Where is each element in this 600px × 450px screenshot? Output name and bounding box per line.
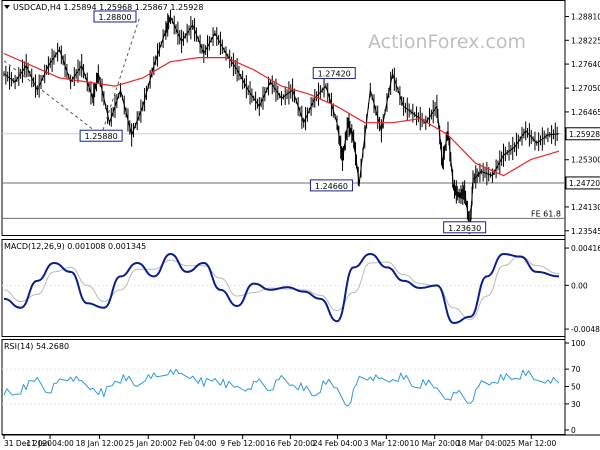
- watermark-text: ActionForex.com: [368, 31, 526, 53]
- x-tick-label: 11 Jan 04:00: [26, 439, 74, 448]
- price-annotation-label: 1.25880: [85, 132, 118, 141]
- price-axis-tag-label: 1.24720: [569, 179, 600, 188]
- rsi-title: RSI(14) 54.2680: [4, 342, 69, 351]
- x-tick-label: 16 Feb 20:00: [266, 439, 315, 448]
- macd-line: [3, 252, 560, 325]
- main-y-tick-label: 1.27050: [571, 84, 600, 93]
- x-tick-label: 2 Feb 04:00: [172, 439, 217, 448]
- dropdown-triangle-icon[interactable]: [4, 5, 10, 9]
- price-axis-tag-label: 1.25928: [569, 130, 600, 139]
- macd-y-tick-label: 0.00: [571, 281, 588, 290]
- main-y-tick-label: 1.26465: [571, 108, 600, 117]
- x-tick-label: 18 Jan 12:00: [76, 439, 124, 448]
- macd-y-tick-label: 0.00416: [571, 244, 600, 253]
- main-y-tick-label: 1.28225: [571, 36, 600, 45]
- main-y-tick-label: 1.25300: [571, 156, 600, 165]
- main-y-tick-label: 1.24130: [571, 203, 600, 212]
- x-tick-label: 9 Feb 12:00: [220, 439, 265, 448]
- rsi-y-tick-label: 30: [571, 400, 581, 409]
- price-annotation-label: 1.23630: [448, 224, 481, 233]
- rsi-line: [3, 368, 560, 407]
- x-tick-label: 3 Mar 12:00: [364, 439, 410, 448]
- main-y-tick-label: 1.28810: [571, 12, 600, 21]
- dashed-trend-line: [100, 16, 141, 136]
- price-annotation-label: 1.27420: [318, 70, 351, 79]
- panel-frame-rsi: [1, 339, 566, 435]
- x-tick-label: 25 Jan 20:00: [125, 439, 173, 448]
- macd-title: MACD(12,26,9) 0.001008 0.001345: [4, 242, 146, 251]
- main-chart-title: USDCAD,H4 1.25894 1.25968 1.25867 1.2592…: [13, 3, 203, 12]
- x-tick-label: 25 Mar 12:00: [506, 439, 556, 448]
- x-tick-label: 18 Mar 04:00: [457, 439, 507, 448]
- dashed-trend-line: [3, 60, 102, 137]
- price-annotation-label: 1.24660: [315, 182, 348, 191]
- main-y-tick-label: 1.23545: [571, 227, 600, 236]
- x-tick-label: 10 Mar 20:00: [410, 439, 460, 448]
- moving-average-line: [3, 52, 560, 177]
- chart-canvas: ActionForex.com 1.28810 1.28225 1.27640 1.26…: [1, 0, 600, 448]
- x-tick-label: 24 Feb 04:00: [313, 439, 362, 448]
- rsi-y-tick-label: 70: [571, 365, 581, 374]
- macd-y-tick-label: -0.004871: [571, 325, 600, 334]
- rsi-y-tick-label: 0: [571, 426, 576, 435]
- level-line-label: FE 61.8: [531, 209, 561, 218]
- chart-root: ActionForex.com 1.28810 1.28225 1.27640 1.26…: [0, 0, 600, 450]
- rsi-y-tick-label: 100: [571, 339, 586, 348]
- main-y-tick-label: 1.27640: [571, 60, 600, 69]
- rsi-y-tick-label: 50: [571, 383, 581, 392]
- price-annotation-label: 1.28800: [98, 13, 131, 22]
